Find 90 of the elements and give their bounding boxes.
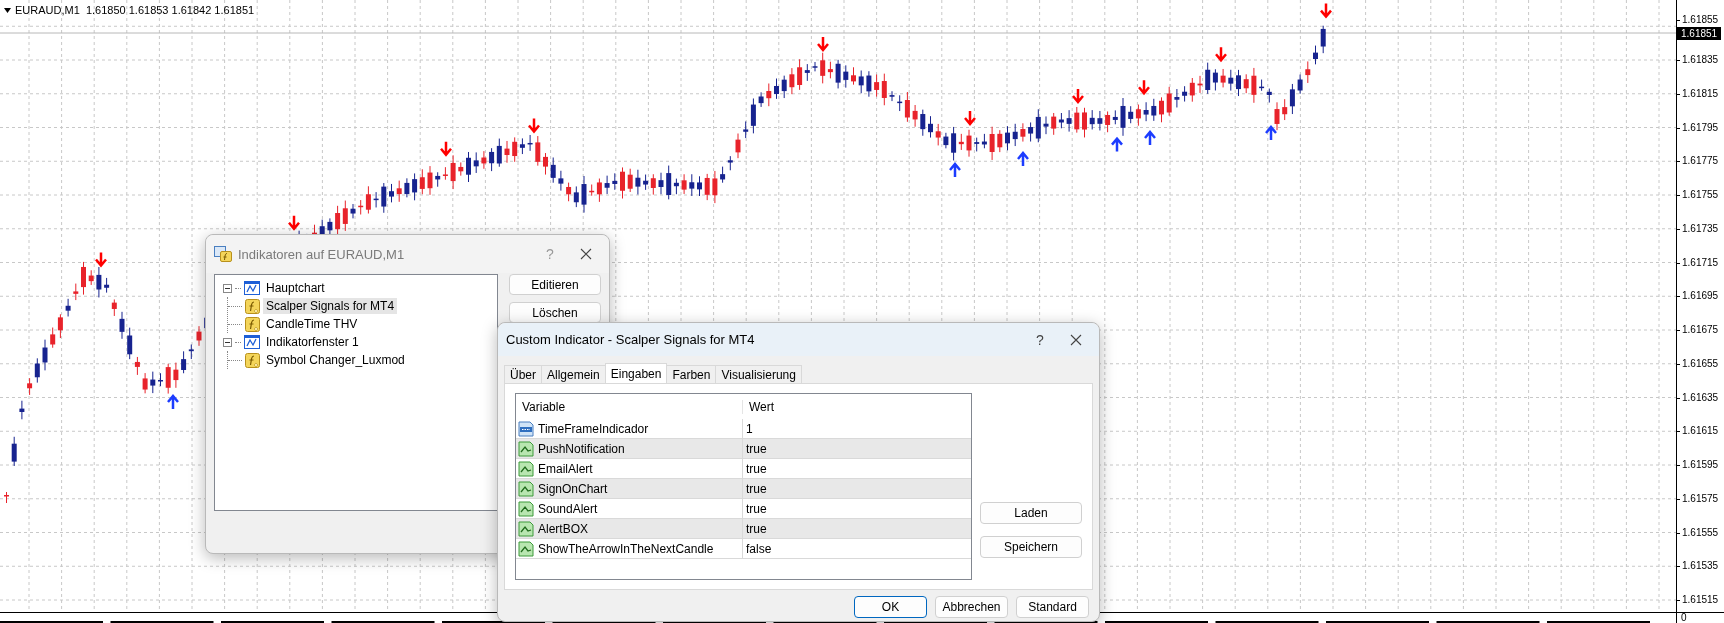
boolean-type-icon [518,540,534,557]
up-arrow-icon [1016,151,1030,168]
price-label: 1.61855 [1682,14,1719,26]
tree-item[interactable]: Symbol Changer_Luxmod [263,352,408,368]
price-label: 1.61795 [1682,121,1719,134]
tab[interactable]: Visualisierung [715,365,802,383]
price-label: 1.61595 [1682,459,1719,471]
chart-window-icon [244,335,260,349]
tab[interactable]: Allgemein [541,365,606,383]
value-cell[interactable]: true [746,481,767,496]
value-cell[interactable]: false [746,541,772,556]
dropdown-icon[interactable] [4,7,11,13]
boolean-type-icon [518,480,534,497]
price-label: 1.61515 [1682,594,1719,606]
price-label: 1.61695 [1682,290,1719,303]
down-arrow-icon [1071,87,1085,104]
boolean-type-icon [518,440,534,457]
window-title: Custom Indicator - Scalper Signals for MT4 [506,332,756,347]
symbol-quote: EURAUD,M1 1.61850 1.61853 1.61842 1.61851 [15,4,255,16]
value-cell[interactable]: true [746,521,767,536]
tree-item[interactable]: Scalper Signals for MT4 [263,298,398,314]
price-label: 1.61675 [1682,324,1719,336]
up-arrow-icon [1264,125,1278,142]
down-arrow-icon [963,109,977,126]
function-icon [245,352,260,368]
variable-name: EmailAlert [538,461,593,476]
chart-window-icon [244,281,260,295]
price-label: 1.61575 [1682,492,1719,505]
column-header[interactable]: Variable [516,399,742,414]
down-arrow-icon [94,251,108,268]
dialog-button[interactable]: Löschen [509,302,601,323]
value-cell[interactable]: true [746,501,767,516]
price-label: 1.61655 [1682,357,1719,370]
indicator-list-icon [214,246,232,262]
boolean-type-icon [518,460,534,477]
tree-item[interactable]: CandleTime THV [263,316,361,332]
variable-name: PushNotification [538,441,625,456]
value-cell[interactable]: true [746,441,767,456]
column-header[interactable]: Wert [742,399,971,414]
price-label: 1.61715 [1682,256,1719,269]
dialog-button[interactable]: Editieren [509,274,601,295]
price-label: 1.61735 [1682,222,1719,235]
axis-label: 0 [1680,613,1687,623]
dialog-button[interactable]: OK [854,596,927,618]
value-cell[interactable]: true [746,461,767,476]
tab[interactable]: Über [504,365,542,383]
collapse-toggle[interactable] [223,337,232,347]
price-label: 1.61835 [1682,54,1719,66]
price-label: 1.61815 [1682,87,1719,100]
variable-name: TimeFrameIndicador [538,421,649,436]
price-label: 1.61615 [1682,425,1719,438]
variable-name: AlertBOX [538,521,588,536]
function-icon [245,298,260,314]
boolean-type-icon [518,520,534,537]
help-button[interactable]: ? [1025,327,1055,352]
price-label: 1.61535 [1682,560,1719,573]
price-label: 1.61755 [1682,189,1719,201]
price-label: 1.61775 [1682,155,1719,168]
price-label: 1.61635 [1682,391,1719,404]
value-cell[interactable]: 1 [746,421,753,436]
down-arrow-icon [439,140,453,157]
variable-name: ShowTheArrowInTheNextCandle [538,541,714,556]
down-arrow-icon [287,214,301,231]
tree-item[interactable]: Hauptchart [263,280,328,296]
down-arrow-icon [1137,78,1151,96]
current-price-label: 1.61851 [1677,27,1721,40]
dialog-button[interactable]: Speichern [980,536,1082,558]
down-arrow-icon [1319,2,1333,19]
tab[interactable]: Eingaben [604,363,668,383]
down-arrow-icon [527,117,541,134]
up-arrow-icon [1110,136,1124,153]
up-arrow-icon [948,162,962,179]
tree-item[interactable]: Indikatorfenster 1 [263,334,362,350]
window-title: Indikatoren auf EURAUD,M1 [238,246,406,262]
boolean-type-icon [518,500,534,517]
down-arrow-icon [816,35,830,52]
dialog-button[interactable]: Laden [980,502,1082,524]
close-icon[interactable] [1070,333,1082,346]
dialog-button[interactable]: Abbrechen [935,596,1008,618]
dialog-button[interactable]: Standard [1016,596,1089,618]
price-label: 1.61555 [1682,526,1719,539]
up-arrow-icon [1143,130,1157,147]
number-type-icon [518,420,534,437]
down-arrow-icon [1214,45,1228,63]
up-arrow-icon [166,394,180,411]
variable-name: SoundAlert [538,501,598,516]
function-icon [245,316,260,332]
variable-name: SignOnChart [538,481,608,496]
close-icon[interactable] [580,248,592,260]
collapse-toggle[interactable] [223,283,232,293]
